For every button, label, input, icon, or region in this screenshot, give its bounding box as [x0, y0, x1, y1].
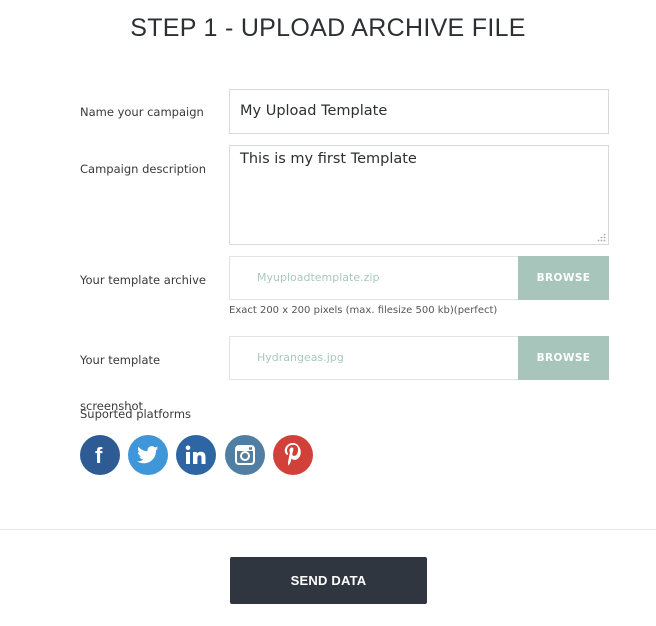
campaign-description-value: This is my first Template: [240, 151, 417, 167]
svg-text:f: f: [95, 444, 103, 466]
template-archive-file-input[interactable]: Myuploadtemplate.zip: [229, 256, 519, 300]
resize-handle-icon[interactable]: [596, 232, 606, 242]
send-data-button[interactable]: SEND DATA: [230, 557, 427, 604]
campaign-name-input[interactable]: My Upload Template: [229, 89, 609, 134]
template-screenshot-browse-button[interactable]: BROWSE: [518, 336, 609, 380]
facebook-icon[interactable]: f: [80, 435, 120, 475]
linkedin-icon[interactable]: [176, 435, 216, 475]
campaign-name-value: My Upload Template: [240, 103, 388, 119]
instagram-icon[interactable]: [225, 435, 265, 475]
twitter-icon[interactable]: [128, 435, 168, 475]
page-title: STEP 1 - UPLOAD ARCHIVE FILE: [130, 14, 526, 42]
supported-platforms-label: Suported platforms: [80, 407, 192, 421]
pinterest-icon[interactable]: [273, 435, 313, 475]
template-archive-browse-button[interactable]: BROWSE: [518, 256, 609, 300]
campaign-description-label: Campaign description: [80, 162, 207, 176]
campaign-name-label: Name your campaign: [80, 105, 204, 119]
divider: [0, 529, 656, 530]
template-archive-filename: Myuploadtemplate.zip: [257, 271, 380, 284]
template-screenshot-file-input[interactable]: Hydrangeas.jpg: [229, 336, 519, 380]
template-screenshot-filename: Hydrangeas.jpg: [257, 351, 344, 364]
template-screenshot-label: Your template: [80, 353, 161, 367]
campaign-description-textarea[interactable]: This is my first Template: [229, 145, 609, 245]
template-archive-label: Your template archive: [80, 273, 206, 287]
template-archive-hint: Exact 200 x 200 pixels (max. filesize 50…: [229, 305, 498, 316]
